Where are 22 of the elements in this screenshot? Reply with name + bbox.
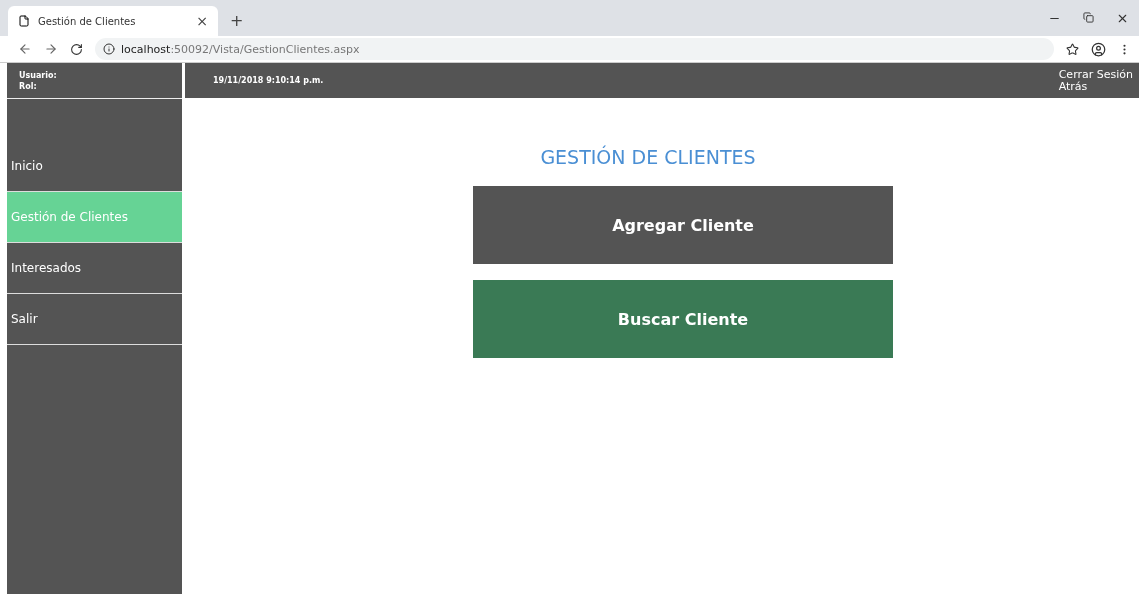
page-title: GESTIÓN DE CLIENTES — [540, 146, 756, 168]
logout-link[interactable]: Cerrar Sesión — [1058, 68, 1133, 81]
url-text: localhost:50092/Vista/GestionClientes.aspx — [121, 42, 360, 56]
back-link[interactable]: Atrás — [1058, 80, 1133, 93]
profile-icon[interactable] — [1091, 41, 1106, 57]
tab-title: Gestión de Clientes — [38, 15, 137, 27]
browser-tab[interactable]: Gestión de Clientes × — [8, 6, 218, 36]
action-button[interactable]: Buscar Cliente — [473, 280, 893, 358]
tab-close-button[interactable]: × — [196, 13, 208, 29]
action-button[interactable]: Agregar Cliente — [473, 186, 893, 264]
back-icon[interactable] — [18, 42, 32, 56]
new-tab-button[interactable]: + — [230, 11, 244, 30]
user-label: Usuario: — [19, 70, 58, 80]
star-icon[interactable] — [1066, 42, 1079, 56]
restore-icon[interactable] — [1083, 11, 1094, 23]
info-icon[interactable] — [103, 43, 115, 55]
date-time: 19/11/2018 9:10:14 p.m. — [213, 76, 324, 85]
reload-icon[interactable] — [70, 42, 83, 56]
forward-icon[interactable] — [44, 42, 58, 56]
address-bar[interactable]: localhost:50092/Vista/GestionClientes.aspx — [95, 38, 1054, 60]
role-label: Rol: — [19, 81, 38, 91]
page-icon — [18, 15, 30, 27]
